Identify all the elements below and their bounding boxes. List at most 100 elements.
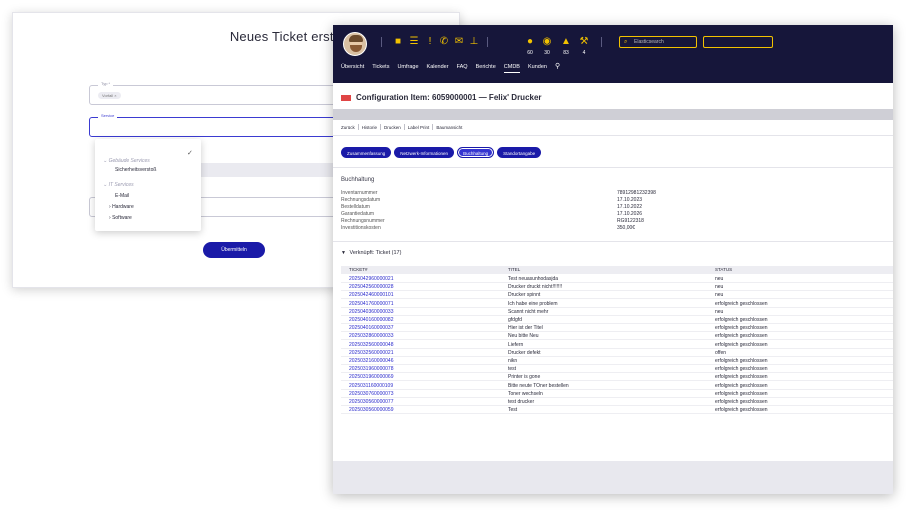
chevron-right-icon: › [109, 215, 111, 221]
ticket-number-link[interactable]: 2025040160000037 [349, 325, 394, 331]
ticket-title: Scannt nicht mehr [508, 308, 549, 315]
tab-zusammenfassung[interactable]: Zusammenfassung [341, 147, 392, 158]
nav-berichte[interactable]: Berichte [476, 61, 496, 73]
ticket-status: erfolgreich geschlossen [715, 300, 768, 307]
eye-icon[interactable]: ◉ [542, 37, 552, 47]
ticket-number-link[interactable]: 2025030560000059 [349, 407, 394, 413]
col-ticket[interactable]: TICKET# [349, 267, 368, 272]
table-row[interactable]: 2025040160000037 Hier ist der Titel erfolg… [341, 324, 893, 333]
user-icon[interactable]: ● [525, 37, 535, 47]
nav-faq[interactable]: FAQ [457, 61, 468, 73]
table-row[interactable]: 2025031160000109 Bitte neute TOner bestel… [341, 382, 893, 390]
table-row[interactable]: 2025031960000078 test erfolgreich geschlos… [341, 365, 893, 374]
action-historie[interactable]: Historie [362, 125, 377, 130]
nav-cmdb[interactable]: CMDB [503, 61, 520, 73]
lock-icon[interactable]: ▲ [561, 37, 571, 47]
col-titel[interactable]: TITEL [508, 267, 520, 272]
dropdown-group-it[interactable]: ⌄ IT Services [103, 182, 134, 188]
service-label: Service [98, 113, 118, 118]
nav-umfrage[interactable]: Umfrage [397, 61, 418, 73]
ticket-number-link[interactable]: 2025031160000109 [349, 383, 393, 389]
ticket-number-link[interactable]: 2025032860000033 [349, 333, 394, 339]
ticket-title: Drucker defekt [508, 349, 541, 356]
col-status[interactable]: STATUS [715, 267, 732, 272]
tab-buchhaltung[interactable]: Buchhaltung [457, 147, 495, 158]
ticket-status: erfolgreich geschlossen [715, 333, 768, 340]
kv-label: Rechnungsdatum [341, 197, 381, 203]
eye-count: 30 [544, 50, 550, 56]
alert-icon[interactable]: ! [425, 37, 435, 47]
ticket-number-link[interactable]: 2025031960000078 [349, 366, 394, 372]
action-label-print[interactable]: Label Print [408, 125, 430, 130]
tab-netzwerk[interactable]: Netzwerk-Informationen [394, 147, 455, 158]
action-baumansicht[interactable]: Baumansicht [436, 125, 462, 130]
submit-button[interactable]: Übermitteln [203, 242, 265, 258]
ci-band [333, 109, 893, 120]
table-row[interactable]: 2025030760000073 Toner wechseln erfolgreic… [341, 390, 893, 398]
table-row[interactable]: 2025040160000082 gfdgfd erfolgreich geschl… [341, 316, 893, 324]
ci-header: Configuration Item: 6059000001 — Felix' … [341, 93, 542, 102]
table-row[interactable]: 2025032560000048 Liefern erfolgreich gesch… [341, 341, 893, 349]
ticket-title: Test neuasunhodasjda [508, 276, 559, 282]
ticket-number-link[interactable]: 2025030560000077 [349, 399, 394, 405]
nav-kalender[interactable]: Kalender [427, 61, 449, 73]
nav-uebersicht[interactable]: Übersicht [341, 61, 364, 73]
ticket-number-link[interactable]: 2025042460000101 [349, 292, 394, 298]
ticket-number-link[interactable]: 2025030760000073 [349, 391, 394, 397]
table-row[interactable]: 2025042960000021 Test neuasunhodasjda neu [341, 275, 893, 283]
ticket-number-link[interactable]: 2025031960000069 [349, 374, 394, 380]
tab-standort[interactable]: Standortangabe [497, 147, 542, 158]
ticket-number-link[interactable]: 2025032560000048 [349, 342, 394, 348]
ticket-number-link[interactable]: 2025032160000046 [349, 358, 394, 364]
quick-search-input[interactable] [703, 36, 773, 48]
ticket-title: Drucker druckt nicht!!!!!!! [508, 284, 563, 291]
dropdown-group-gebaeude[interactable]: ⌄ Gebäude Services [103, 158, 150, 164]
action-drucken[interactable]: Drucken [384, 125, 401, 130]
search-input[interactable]: ⌕ Elasticsearch [619, 36, 697, 48]
typ-chip[interactable]: Vorfall × [98, 92, 121, 99]
ticket-number-link[interactable]: 2025041760000071 [349, 301, 394, 307]
ticket-number-link[interactable]: 2025040360000033 [349, 309, 394, 315]
folder-icon[interactable]: ■ [393, 37, 403, 47]
ticket-number-link[interactable]: 2025042560000028 [349, 284, 394, 290]
wrench-icon[interactable]: ⚒ [579, 37, 589, 47]
kv-value: 17.10.2022 [617, 204, 643, 210]
nav-kunden[interactable]: Kunden [528, 61, 547, 73]
page-title: Configuration Item: 6059000001 — Felix' … [356, 93, 542, 102]
main-nav: Übersicht Tickets Umfrage Kalender FAQ B… [341, 61, 560, 73]
nav-tickets[interactable]: Tickets [372, 61, 389, 73]
dropdown-item-hardware[interactable]: › Hardware [109, 204, 134, 210]
table-row[interactable]: 2025032560000021 Drucker defekt offen [341, 349, 893, 357]
table-row[interactable]: 2025030560000059 Test erfolgreich geschlos… [341, 406, 893, 415]
table-row[interactable]: 2025042460000101 Drucker spinnt neu [341, 291, 893, 300]
table-row[interactable]: 2025032160000046 nikn erfolgreich geschlos… [341, 357, 893, 365]
table-row[interactable]: 2025030560000077 test drucker erfolgreich … [341, 398, 893, 406]
list-icon[interactable]: ☰ [409, 37, 419, 47]
dropdown-item-email[interactable]: E-Mail [115, 193, 129, 199]
table-row[interactable]: 2025040360000033 Scannt nicht mehr neu [341, 308, 893, 316]
lock-count: 83 [563, 50, 569, 56]
mail-icon[interactable]: ✉ [454, 37, 464, 47]
ticket-number-link[interactable]: 2025040160000082 [349, 317, 394, 323]
table-row[interactable]: 2025042560000028 Drucker druckt nicht!!!!… [341, 283, 893, 292]
avatar[interactable] [343, 32, 367, 56]
ticket-title: Bitte neute TOner bestellen [508, 382, 569, 389]
ticket-title: gfdgfd [508, 317, 522, 323]
search-icon[interactable]: ⚲ [555, 61, 560, 73]
action-zurueck[interactable]: Zurück [341, 125, 355, 130]
table-row[interactable]: 2025032860000033 Neu bitte Neu erfolgreich… [341, 332, 893, 341]
kv-label: Garantiedatum [341, 211, 375, 217]
ticket-status: neu [715, 284, 724, 291]
dropdown-item-sicherheit[interactable]: Sicherheitsverstoß [115, 167, 156, 173]
ticket-title: Ich habe eine problem [508, 300, 558, 307]
linked-tickets-toggle[interactable]: ▼ Verknüpft: Ticket (17) [341, 250, 401, 256]
kv-label: Investitionskosten [341, 225, 381, 231]
dropdown-item-software[interactable]: › Software [109, 215, 132, 221]
phone-icon[interactable]: ✆ [439, 37, 449, 47]
kv-value: 350,00€ [617, 225, 636, 231]
table-row[interactable]: 2025031960000069 Printer is gone erfolgrei… [341, 373, 893, 382]
table-row[interactable]: 2025041760000071 Ich habe eine problem erf… [341, 300, 893, 308]
ticket-number-link[interactable]: 2025032560000021 [349, 350, 394, 356]
ticket-number-link[interactable]: 2025042960000021 [349, 276, 394, 282]
network-icon[interactable]: ⊥ [469, 37, 479, 47]
